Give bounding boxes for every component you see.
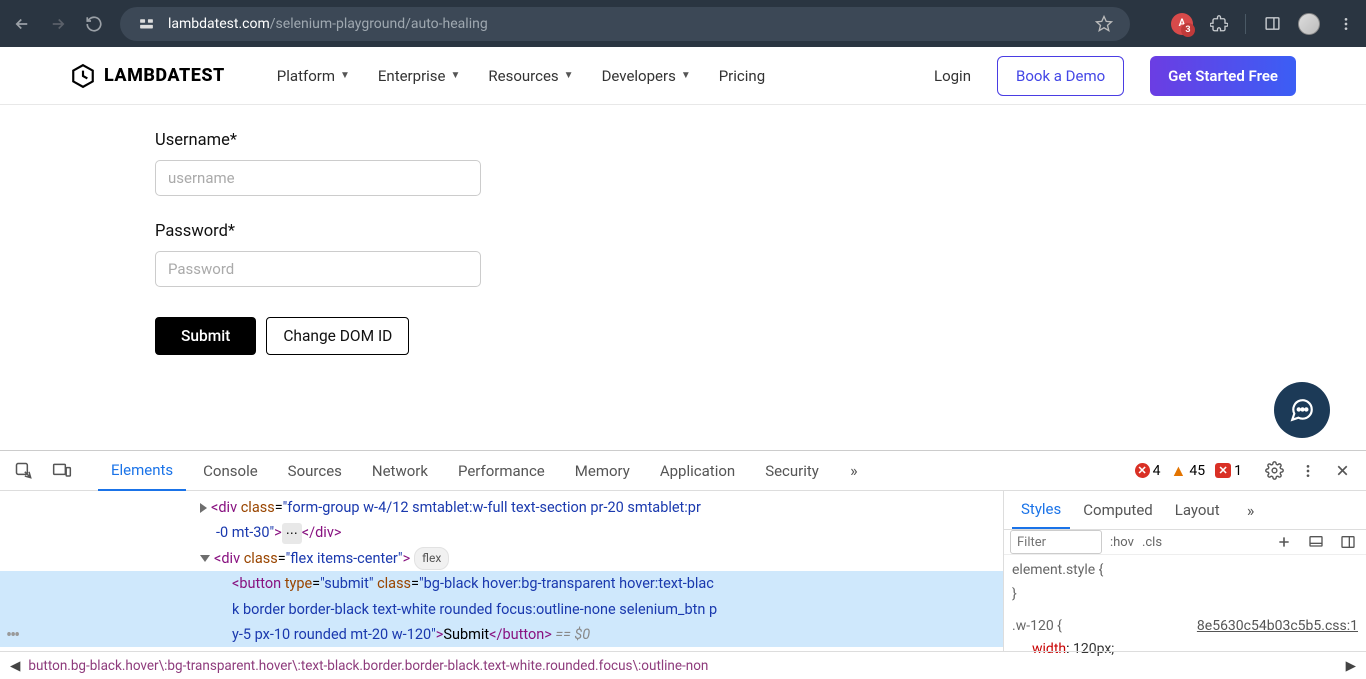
- nav-platform[interactable]: Platform▼: [277, 67, 350, 85]
- username-label: Username*: [155, 131, 1211, 150]
- hov-toggle[interactable]: :hov: [1110, 535, 1134, 550]
- error-count[interactable]: ✕4: [1135, 463, 1161, 479]
- toggle-sidebar-icon[interactable]: [1336, 530, 1360, 554]
- scroll-right-icon[interactable]: ▶: [1346, 658, 1356, 674]
- panel-icon[interactable]: [1260, 12, 1284, 36]
- devtools-tabs: Elements Console Sources Network Perform…: [0, 451, 1366, 491]
- address-bar[interactable]: lambdatest.com/selenium-playground/auto-…: [120, 7, 1130, 41]
- tab-security[interactable]: Security: [752, 452, 832, 490]
- password-group: Password*: [155, 222, 1211, 287]
- chevron-down-icon: ▼: [564, 70, 574, 81]
- filter-input[interactable]: [1010, 530, 1102, 554]
- chevron-down-icon: ▼: [451, 70, 461, 81]
- elements-tree[interactable]: ••• <div class="form-group w-4/12 smtabl…: [0, 491, 1003, 651]
- chevron-down-icon: ▼: [340, 70, 350, 81]
- tab-console[interactable]: Console: [190, 452, 271, 490]
- chat-widget[interactable]: [1274, 382, 1330, 438]
- bookmark-star-icon[interactable]: [1092, 12, 1116, 36]
- cls-toggle[interactable]: .cls: [1142, 535, 1162, 550]
- profile-avatar[interactable]: [1298, 13, 1320, 35]
- tab-elements[interactable]: Elements: [98, 451, 186, 491]
- close-devtools-icon[interactable]: [1330, 459, 1354, 483]
- tab-computed[interactable]: Computed: [1074, 492, 1162, 528]
- browser-toolbar: lambdatest.com/selenium-playground/auto-…: [0, 0, 1366, 47]
- styles-panel: Styles Computed Layout » :hov .cls eleme…: [1003, 491, 1366, 651]
- tab-layout[interactable]: Layout: [1166, 492, 1229, 528]
- flex-badge[interactable]: flex: [414, 547, 449, 570]
- submit-button[interactable]: Submit: [155, 317, 256, 355]
- nav-resources[interactable]: Resources▼: [488, 67, 573, 85]
- book-demo-button[interactable]: Book a Demo: [997, 56, 1124, 96]
- url-text: lambdatest.com/selenium-playground/auto-…: [168, 16, 488, 32]
- tab-sources[interactable]: Sources: [275, 452, 355, 490]
- separator: [1245, 14, 1246, 34]
- lambdatest-logo[interactable]: LAMBDATEST: [70, 63, 225, 89]
- computed-sidebar-icon[interactable]: [1304, 530, 1328, 554]
- scroll-left-icon[interactable]: ◀: [10, 658, 20, 674]
- more-tabs-icon[interactable]: »: [842, 459, 866, 483]
- more-icon[interactable]: [1296, 459, 1320, 483]
- settings-icon[interactable]: [1262, 459, 1286, 483]
- device-icon[interactable]: [50, 459, 74, 483]
- tab-network[interactable]: Network: [359, 452, 441, 490]
- issue-count[interactable]: ✕1: [1215, 463, 1242, 479]
- devtools-panel: Elements Console Sources Network Perform…: [0, 450, 1366, 679]
- elements-breadcrumb[interactable]: ◀ button.bg-black.hover\:bg-transparent.…: [0, 651, 1366, 679]
- back-button[interactable]: [8, 10, 36, 38]
- tab-memory[interactable]: Memory: [562, 452, 643, 490]
- extension-badge[interactable]: A3: [1171, 13, 1193, 35]
- get-started-button[interactable]: Get Started Free: [1150, 56, 1296, 96]
- nav-enterprise[interactable]: Enterprise▼: [378, 67, 461, 85]
- extensions-icon[interactable]: [1207, 12, 1231, 36]
- change-dom-id-button[interactable]: Change DOM ID: [266, 317, 409, 355]
- tab-performance[interactable]: Performance: [445, 452, 558, 490]
- tab-styles[interactable]: Styles: [1012, 491, 1070, 529]
- password-input[interactable]: [155, 251, 481, 287]
- new-rule-icon[interactable]: [1272, 530, 1296, 554]
- style-rules[interactable]: element.style { } .w-120 {8e5630c54b03c5…: [1004, 555, 1366, 666]
- menu-icon[interactable]: [1334, 12, 1358, 36]
- ellipsis-icon: •••: [6, 625, 18, 646]
- nav-pricing[interactable]: Pricing: [719, 67, 765, 85]
- login-link[interactable]: Login: [934, 67, 971, 85]
- more-side-tabs-icon[interactable]: »: [1239, 498, 1263, 522]
- ellipsis-icon[interactable]: ⋯: [282, 523, 302, 544]
- username-input[interactable]: [155, 160, 481, 196]
- site-info-icon[interactable]: [134, 12, 158, 36]
- nav-developers[interactable]: Developers▼: [602, 67, 691, 85]
- tab-application[interactable]: Application: [647, 452, 748, 490]
- forward-button[interactable]: [44, 10, 72, 38]
- inspect-icon[interactable]: [12, 459, 36, 483]
- site-header: LAMBDATEST Platform▼ Enterprise▼ Resourc…: [0, 47, 1366, 105]
- username-group: Username*: [155, 131, 1211, 196]
- warning-count[interactable]: ▲45: [1171, 461, 1206, 481]
- main-content: Username* Password* Submit Change DOM ID: [0, 105, 1366, 450]
- reload-button[interactable]: [80, 10, 108, 38]
- chevron-down-icon: ▼: [681, 70, 691, 81]
- password-label: Password*: [155, 222, 1211, 241]
